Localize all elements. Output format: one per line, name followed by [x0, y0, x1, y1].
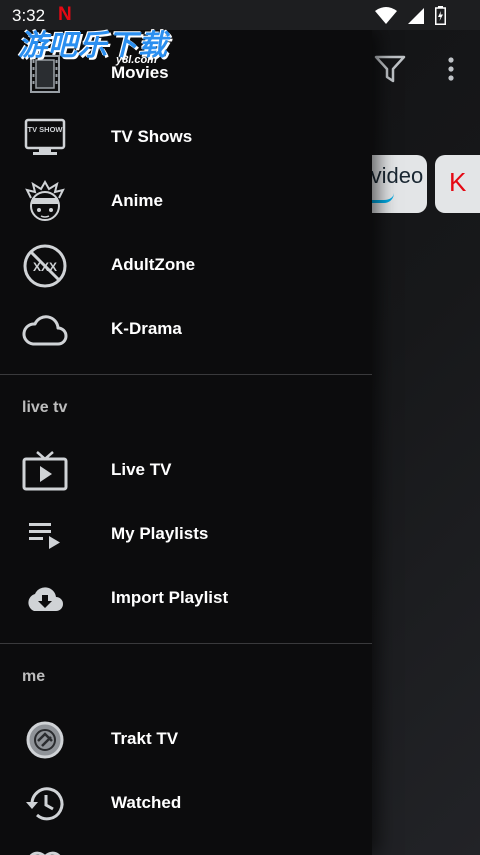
history-icon — [21, 781, 69, 827]
drawer-item-k-drama[interactable]: K-Drama — [0, 298, 372, 362]
section-header-me: me — [22, 668, 46, 685]
anime-face-icon — [21, 179, 69, 225]
tv-icon-text: TV SHOW — [28, 125, 64, 134]
playlist-play-icon — [21, 512, 69, 558]
drawer-item-live-tv[interactable]: Live TV — [0, 439, 372, 503]
provider-card-label: K — [449, 167, 467, 197]
drawer-item-label: Watched — [111, 793, 182, 812]
drawer-item-tv-shows[interactable]: TV SHOW TV Shows — [0, 106, 372, 170]
drawer-item-label: Trakt TV — [111, 729, 179, 748]
live-tv-icon — [21, 448, 69, 494]
drawer-item-label: AdultZone — [111, 255, 196, 274]
cloud-icon — [21, 307, 69, 353]
drawer-item-adultzone[interactable]: XXX AdultZone — [0, 234, 372, 298]
watermark-sub-text: y8l.com — [116, 54, 157, 66]
drawer-item-anime[interactable]: Anime — [0, 170, 372, 234]
trakt-icon — [21, 717, 69, 763]
cloud-download-icon — [21, 576, 69, 622]
provider-card-k[interactable]: K — [435, 155, 480, 213]
heart-icon — [21, 845, 69, 855]
drawer-item-label: Import Playlist — [111, 588, 229, 607]
watermark-logo: 游吧乐下载 y8l.com — [18, 22, 168, 66]
xxx-blocked-icon: XXX — [21, 243, 69, 289]
drawer-divider — [0, 374, 372, 375]
drawer-divider — [0, 643, 372, 644]
wifi-icon — [375, 6, 397, 30]
drawer-item-next-partial[interactable] — [0, 836, 372, 855]
drawer-item-watched[interactable]: Watched — [0, 772, 372, 836]
drawer-item-label: Movies — [111, 63, 169, 82]
drawer-item-my-playlists[interactable]: My Playlists — [0, 503, 372, 567]
drawer-item-label: My Playlists — [111, 524, 209, 543]
filter-icon[interactable] — [374, 54, 406, 89]
drawer-item-trakt-tv[interactable]: Trakt TV — [0, 708, 372, 772]
more-options-icon[interactable] — [447, 56, 455, 87]
navigation-drawer: Movies TV SHOW TV Shows Anime XXX AdultZ… — [0, 30, 372, 855]
drawer-item-import-playlist[interactable]: Import Playlist — [0, 567, 372, 631]
section-header-live-tv: live tv — [22, 399, 68, 416]
drawer-item-label: K-Drama — [111, 319, 182, 338]
drawer-item-label: Live TV — [111, 460, 172, 479]
battery-icon — [435, 6, 446, 30]
drawer-item-label: Anime — [111, 191, 163, 210]
drawer-item-label: TV Shows — [111, 127, 193, 146]
signal-icon — [407, 7, 425, 30]
tv-show-icon: TV SHOW — [21, 115, 69, 161]
xxx-icon-text: XXX — [33, 260, 57, 274]
